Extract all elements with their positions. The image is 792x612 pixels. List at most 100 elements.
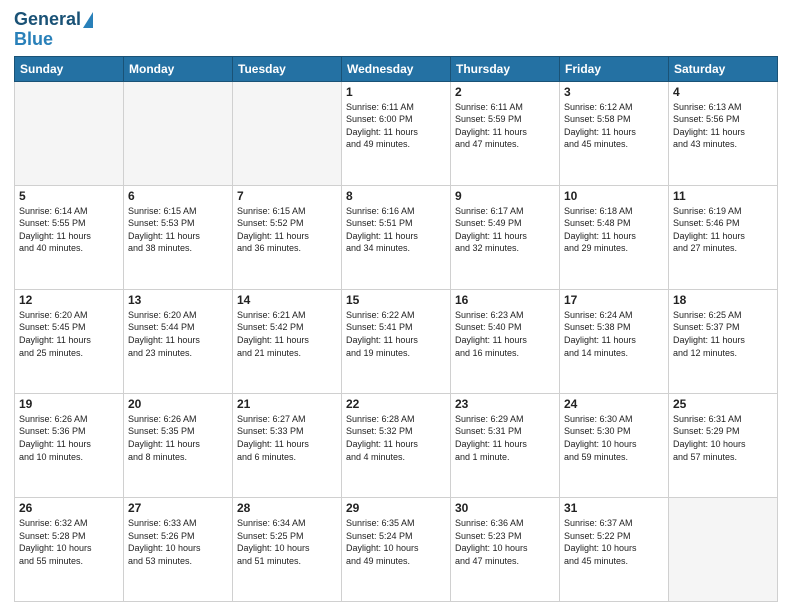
day-number: 10 <box>564 189 664 203</box>
day-header-tuesday: Tuesday <box>233 56 342 81</box>
day-number: 14 <box>237 293 337 307</box>
day-number: 16 <box>455 293 555 307</box>
day-info: Sunrise: 6:13 AM Sunset: 5:56 PM Dayligh… <box>673 101 773 151</box>
calendar-cell: 16 Sunrise: 6:23 AM Sunset: 5:40 PM Dayli… <box>451 289 560 393</box>
day-number: 30 <box>455 501 555 515</box>
day-header-wednesday: Wednesday <box>342 56 451 81</box>
day-info: Sunrise: 6:36 AM Sunset: 5:23 PM Dayligh… <box>455 517 555 567</box>
calendar-table: SundayMondayTuesdayWednesdayThursdayFrid… <box>14 56 778 602</box>
day-info: Sunrise: 6:15 AM Sunset: 5:52 PM Dayligh… <box>237 205 337 255</box>
calendar-cell: 7 Sunrise: 6:15 AM Sunset: 5:52 PM Daylig… <box>233 185 342 289</box>
day-number: 1 <box>346 85 446 99</box>
day-number: 17 <box>564 293 664 307</box>
day-info: Sunrise: 6:31 AM Sunset: 5:29 PM Dayligh… <box>673 413 773 463</box>
calendar-cell: 17 Sunrise: 6:24 AM Sunset: 5:38 PM Dayli… <box>560 289 669 393</box>
day-info: Sunrise: 6:29 AM Sunset: 5:31 PM Dayligh… <box>455 413 555 463</box>
calendar-cell: 18 Sunrise: 6:25 AM Sunset: 5:37 PM Dayli… <box>669 289 778 393</box>
calendar-cell: 4 Sunrise: 6:13 AM Sunset: 5:56 PM Daylig… <box>669 81 778 185</box>
day-info: Sunrise: 6:23 AM Sunset: 5:40 PM Dayligh… <box>455 309 555 359</box>
day-info: Sunrise: 6:16 AM Sunset: 5:51 PM Dayligh… <box>346 205 446 255</box>
day-number: 22 <box>346 397 446 411</box>
day-info: Sunrise: 6:25 AM Sunset: 5:37 PM Dayligh… <box>673 309 773 359</box>
calendar-cell: 6Sunrise: 6:15 AM Sunset: 5:53 PM Daylig… <box>124 185 233 289</box>
day-info: Sunrise: 6:21 AM Sunset: 5:42 PM Dayligh… <box>237 309 337 359</box>
day-header-monday: Monday <box>124 56 233 81</box>
day-number: 26 <box>19 501 119 515</box>
calendar-cell: 13 Sunrise: 6:20 AM Sunset: 5:44 PM Dayli… <box>124 289 233 393</box>
calendar-cell: 21 Sunrise: 6:27 AM Sunset: 5:33 PM Dayli… <box>233 393 342 497</box>
day-info: Sunrise: 6:33 AM Sunset: 5:26 PM Dayligh… <box>128 517 228 567</box>
day-number: 29 <box>346 501 446 515</box>
calendar-cell <box>124 81 233 185</box>
day-number: 21 <box>237 397 337 411</box>
day-info: Sunrise: 6:22 AM Sunset: 5:41 PM Dayligh… <box>346 309 446 359</box>
day-number: 4 <box>673 85 773 99</box>
page-container: General Blue SundayMondayTuesdayWednesda… <box>0 0 792 612</box>
calendar-cell: 22 Sunrise: 6:28 AM Sunset: 5:32 PM Dayli… <box>342 393 451 497</box>
day-number: 13 <box>128 293 228 307</box>
day-number: 9 <box>455 189 555 203</box>
logo-triangle-icon <box>83 12 93 28</box>
day-info: Sunrise: 6:34 AM Sunset: 5:25 PM Dayligh… <box>237 517 337 567</box>
day-number: 5 <box>19 189 119 203</box>
day-number: 25 <box>673 397 773 411</box>
day-number: 18 <box>673 293 773 307</box>
day-number: 23 <box>455 397 555 411</box>
day-info: Sunrise: 6:24 AM Sunset: 5:38 PM Dayligh… <box>564 309 664 359</box>
calendar-cell: 28 Sunrise: 6:34 AM Sunset: 5:25 PM Dayli… <box>233 497 342 601</box>
day-info: Sunrise: 6:20 AM Sunset: 5:45 PM Dayligh… <box>19 309 119 359</box>
calendar-cell: 27 Sunrise: 6:33 AM Sunset: 5:26 PM Dayli… <box>124 497 233 601</box>
calendar-cell: 19Sunrise: 6:26 AM Sunset: 5:36 PM Dayli… <box>15 393 124 497</box>
day-info: Sunrise: 6:12 AM Sunset: 5:58 PM Dayligh… <box>564 101 664 151</box>
day-info: Sunrise: 6:37 AM Sunset: 5:22 PM Dayligh… <box>564 517 664 567</box>
day-info: Sunrise: 6:26 AM Sunset: 5:35 PM Dayligh… <box>128 413 228 463</box>
day-number: 8 <box>346 189 446 203</box>
calendar-cell: 8 Sunrise: 6:16 AM Sunset: 5:51 PM Daylig… <box>342 185 451 289</box>
day-info: Sunrise: 6:17 AM Sunset: 5:49 PM Dayligh… <box>455 205 555 255</box>
calendar-cell: 20Sunrise: 6:26 AM Sunset: 5:35 PM Dayli… <box>124 393 233 497</box>
day-info: Sunrise: 6:11 AM Sunset: 5:59 PM Dayligh… <box>455 101 555 151</box>
calendar-cell: 12Sunrise: 6:20 AM Sunset: 5:45 PM Dayli… <box>15 289 124 393</box>
calendar-cell: 31 Sunrise: 6:37 AM Sunset: 5:22 PM Dayli… <box>560 497 669 601</box>
calendar-cell <box>15 81 124 185</box>
day-number: 3 <box>564 85 664 99</box>
calendar-cell: 10 Sunrise: 6:18 AM Sunset: 5:48 PM Dayli… <box>560 185 669 289</box>
day-header-thursday: Thursday <box>451 56 560 81</box>
day-info: Sunrise: 6:14 AM Sunset: 5:55 PM Dayligh… <box>19 205 119 255</box>
calendar-cell: 2 Sunrise: 6:11 AM Sunset: 5:59 PM Daylig… <box>451 81 560 185</box>
calendar-cell: 25 Sunrise: 6:31 AM Sunset: 5:29 PM Dayli… <box>669 393 778 497</box>
logo: General Blue <box>14 10 93 50</box>
day-info: Sunrise: 6:30 AM Sunset: 5:30 PM Dayligh… <box>564 413 664 463</box>
day-number: 7 <box>237 189 337 203</box>
day-number: 2 <box>455 85 555 99</box>
calendar-cell: 14 Sunrise: 6:21 AM Sunset: 5:42 PM Dayli… <box>233 289 342 393</box>
day-info: Sunrise: 6:11 AM Sunset: 6:00 PM Dayligh… <box>346 101 446 151</box>
calendar-cell: 11 Sunrise: 6:19 AM Sunset: 5:46 PM Dayli… <box>669 185 778 289</box>
day-number: 28 <box>237 501 337 515</box>
day-header-saturday: Saturday <box>669 56 778 81</box>
calendar-cell: 5 Sunrise: 6:14 AM Sunset: 5:55 PM Daylig… <box>15 185 124 289</box>
day-number: 15 <box>346 293 446 307</box>
day-info: Sunrise: 6:27 AM Sunset: 5:33 PM Dayligh… <box>237 413 337 463</box>
header: General Blue <box>14 10 778 50</box>
calendar-cell: 1 Sunrise: 6:11 AM Sunset: 6:00 PM Daylig… <box>342 81 451 185</box>
calendar-cell <box>233 81 342 185</box>
day-number: 27 <box>128 501 228 515</box>
day-number: 11 <box>673 189 773 203</box>
day-number: 19 <box>19 397 119 411</box>
day-number: 24 <box>564 397 664 411</box>
calendar-cell: 3 Sunrise: 6:12 AM Sunset: 5:58 PM Daylig… <box>560 81 669 185</box>
calendar-cell: 23 Sunrise: 6:29 AM Sunset: 5:31 PM Dayli… <box>451 393 560 497</box>
day-number: 6 <box>128 189 228 203</box>
day-info: Sunrise: 6:28 AM Sunset: 5:32 PM Dayligh… <box>346 413 446 463</box>
day-info: Sunrise: 6:18 AM Sunset: 5:48 PM Dayligh… <box>564 205 664 255</box>
day-header-sunday: Sunday <box>15 56 124 81</box>
day-info: Sunrise: 6:20 AM Sunset: 5:44 PM Dayligh… <box>128 309 228 359</box>
day-info: Sunrise: 6:35 AM Sunset: 5:24 PM Dayligh… <box>346 517 446 567</box>
calendar-cell: 9 Sunrise: 6:17 AM Sunset: 5:49 PM Daylig… <box>451 185 560 289</box>
day-info: Sunrise: 6:19 AM Sunset: 5:46 PM Dayligh… <box>673 205 773 255</box>
logo-text-general: General <box>14 10 81 30</box>
calendar-cell: 24 Sunrise: 6:30 AM Sunset: 5:30 PM Dayli… <box>560 393 669 497</box>
day-number: 31 <box>564 501 664 515</box>
calendar-cell: 30 Sunrise: 6:36 AM Sunset: 5:23 PM Dayli… <box>451 497 560 601</box>
